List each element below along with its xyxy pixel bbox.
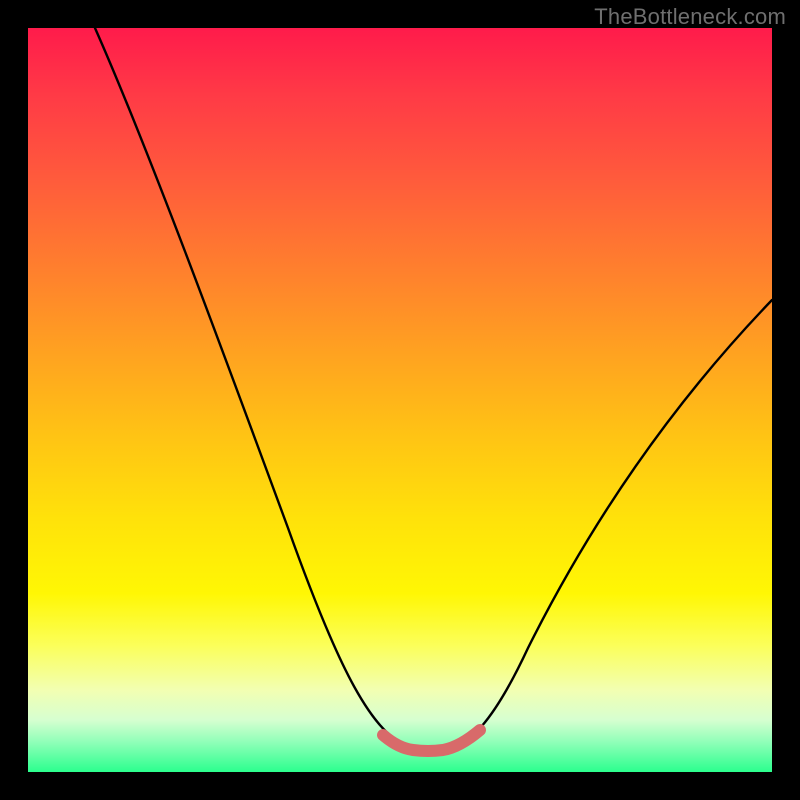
curve-overlay xyxy=(28,28,772,772)
flat-bottom-highlight xyxy=(383,730,480,751)
bottleneck-curve xyxy=(95,28,772,751)
chart-stage: TheBottleneck.com xyxy=(0,0,800,800)
plot-area xyxy=(28,28,772,772)
watermark-text: TheBottleneck.com xyxy=(594,4,786,30)
